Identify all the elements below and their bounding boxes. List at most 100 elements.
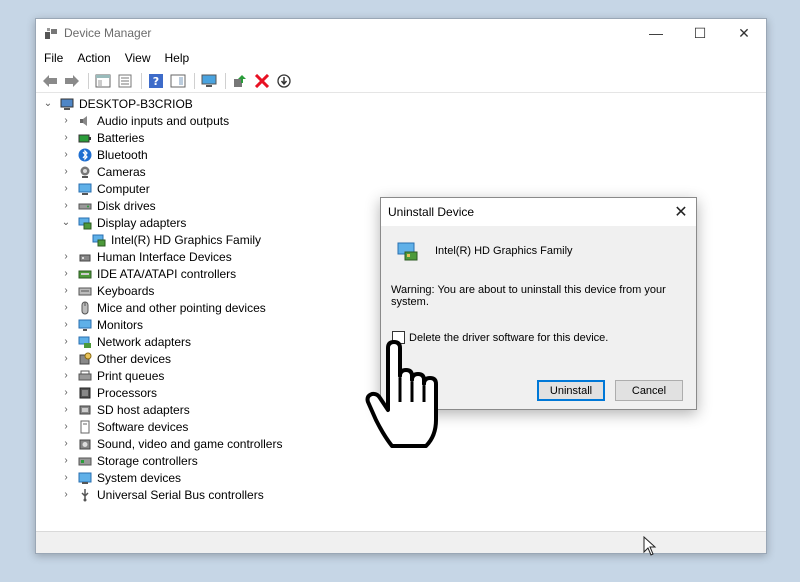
update-driver-icon[interactable] <box>230 72 250 90</box>
expand-chevron-icon[interactable]: › <box>60 115 72 126</box>
tree-category-label: System devices <box>97 470 182 485</box>
tree-category[interactable]: › System devices <box>36 469 766 486</box>
tree-category-label: Sound, video and game controllers <box>97 436 283 451</box>
menu-bar: File Action View Help <box>36 47 766 69</box>
display-adapter-icon <box>78 217 92 229</box>
expand-chevron-icon[interactable]: › <box>60 472 72 483</box>
disable-device-icon[interactable] <box>274 72 294 90</box>
menu-view[interactable]: View <box>125 51 151 65</box>
tree-category-label: Other devices <box>97 351 172 366</box>
expand-chevron-icon[interactable]: › <box>60 421 72 432</box>
tree-category[interactable]: › Bluetooth <box>36 146 766 163</box>
tree-category-label: Software devices <box>97 419 189 434</box>
computer-icon <box>60 98 74 110</box>
uninstall-device-icon[interactable] <box>252 72 272 90</box>
other-devices-icon <box>79 352 92 364</box>
tree-category[interactable]: › Cameras <box>36 163 766 180</box>
help-icon[interactable]: ? <box>146 72 166 90</box>
tree-category[interactable]: › Computer <box>36 180 766 197</box>
maximize-button[interactable]: ☐ <box>678 19 722 47</box>
svg-text:?: ? <box>153 75 159 88</box>
forward-icon[interactable] <box>62 72 82 90</box>
dialog-close-button[interactable]: ✕ <box>666 202 696 222</box>
tree-category[interactable]: › Audio inputs and outputs <box>36 112 766 129</box>
usb-icon <box>81 488 89 501</box>
dialog-title-bar[interactable]: Uninstall Device ✕ <box>381 198 696 226</box>
expand-chevron-icon[interactable]: › <box>60 455 72 466</box>
tree-root[interactable]: ⌄ DESKTOP-B3CRIOB <box>36 95 766 112</box>
tree-category-label: IDE ATA/ATAPI controllers <box>97 266 237 281</box>
tree-category-label: Batteries <box>97 130 145 145</box>
menu-file[interactable]: File <box>44 51 63 65</box>
expand-chevron-icon[interactable]: › <box>60 166 72 177</box>
expand-chevron-icon[interactable]: › <box>60 200 72 211</box>
close-button[interactable]: ✕ <box>722 19 766 47</box>
speaker-icon <box>80 115 87 126</box>
tree-device-label: Intel(R) HD Graphics Family <box>111 232 262 247</box>
tree-category[interactable]: › Universal Serial Bus controllers <box>36 486 766 503</box>
computer-icon <box>78 183 92 195</box>
disk-icon <box>78 203 92 209</box>
tree-root-label: DESKTOP-B3CRIOB <box>79 96 193 111</box>
expand-chevron-icon[interactable]: › <box>60 251 72 262</box>
expand-chevron-icon[interactable]: › <box>60 268 72 279</box>
minimize-button[interactable]: — <box>634 19 678 47</box>
hand-pointer-cursor-icon <box>365 340 438 448</box>
software-icon <box>80 420 90 433</box>
uninstall-button[interactable]: Uninstall <box>537 380 605 401</box>
expand-chevron-icon[interactable]: › <box>60 438 72 449</box>
menu-help[interactable]: Help <box>165 51 190 65</box>
expand-chevron-icon[interactable]: › <box>60 353 72 364</box>
tree-category-label: Mice and other pointing devices <box>97 300 266 315</box>
expand-chevron-icon[interactable]: › <box>60 370 72 381</box>
expand-chevron-icon[interactable]: › <box>60 489 72 500</box>
keyboard-icon <box>78 287 92 295</box>
expand-chevron-icon[interactable]: › <box>60 285 72 296</box>
tree-category-label: Storage controllers <box>97 453 198 468</box>
tree-category-label: Monitors <box>97 317 144 332</box>
tree-category-label: Cameras <box>97 164 146 179</box>
dialog-device: Intel(R) HD Graphics Family <box>397 240 573 262</box>
expand-chevron-icon[interactable]: › <box>60 302 72 313</box>
action-pane-icon[interactable] <box>168 72 188 90</box>
tree-category-label: Print queues <box>97 368 165 383</box>
tree-category-label: Network adapters <box>97 334 192 349</box>
title-bar[interactable]: Device Manager — ☐ ✕ <box>36 19 766 47</box>
tree-category-label: Audio inputs and outputs <box>97 113 230 128</box>
show-hide-console-tree-icon[interactable] <box>93 72 113 90</box>
toolbar-separator <box>225 72 226 89</box>
toolbar-separator <box>88 72 89 89</box>
window-title: Device Manager <box>64 26 152 40</box>
expand-chevron-icon[interactable]: › <box>60 149 72 160</box>
collapse-chevron-icon[interactable]: ⌄ <box>60 217 72 228</box>
expand-chevron-icon[interactable]: › <box>60 336 72 347</box>
menu-action[interactable]: Action <box>77 51 110 65</box>
scan-hardware-changes-icon[interactable] <box>199 72 219 90</box>
properties-icon[interactable] <box>115 72 135 90</box>
tree-category[interactable]: › Storage controllers <box>36 452 766 469</box>
ide-icon <box>78 270 92 278</box>
back-icon[interactable] <box>40 72 60 90</box>
expand-chevron-icon[interactable]: › <box>60 183 72 194</box>
tree-category-label: Disk drives <box>97 198 156 213</box>
tree-category-label: SD host adapters <box>97 402 190 417</box>
collapse-chevron-icon[interactable]: ⌄ <box>42 98 54 109</box>
display-adapter-icon <box>397 242 418 261</box>
dialog-warning-text: Warning: You are about to uninstall this… <box>391 284 666 308</box>
processor-icon <box>79 387 91 398</box>
tree-category-label: Processors <box>97 385 158 400</box>
display-adapter-icon <box>92 234 106 246</box>
storage-icon <box>78 457 92 465</box>
tree-category-label: Human Interface Devices <box>97 249 232 264</box>
camera-icon <box>80 166 90 178</box>
expand-chevron-icon[interactable]: › <box>60 404 72 415</box>
dialog-title: Uninstall Device <box>388 205 475 219</box>
expand-chevron-icon[interactable]: › <box>60 319 72 330</box>
tree-category-label: Display adapters <box>97 215 187 230</box>
expand-chevron-icon[interactable]: › <box>60 387 72 398</box>
expand-chevron-icon[interactable]: › <box>60 132 72 143</box>
cancel-button[interactable]: Cancel <box>615 380 683 401</box>
dialog-device-name: Intel(R) HD Graphics Family <box>435 245 573 257</box>
toolbar-separator <box>141 72 142 89</box>
tree-category[interactable]: › Batteries <box>36 129 766 146</box>
